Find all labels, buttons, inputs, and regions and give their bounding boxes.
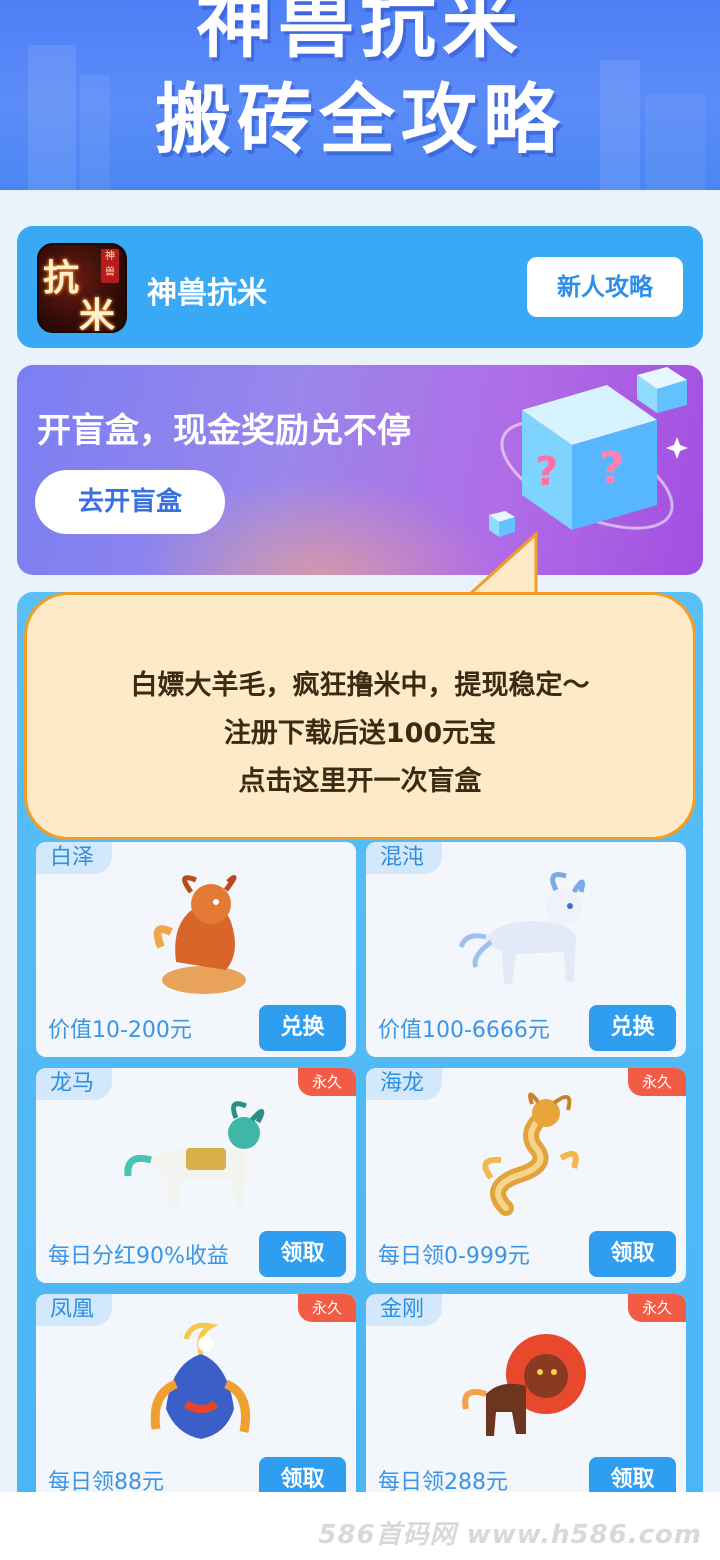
beast-card: 混沌 价值100-6666元 兑换 — [366, 842, 686, 1057]
permanent-badge: 永久 — [628, 1294, 686, 1322]
permanent-badge: 永久 — [298, 1294, 356, 1322]
banner-title: 开盲盒，现金奖励兑不停 — [37, 411, 411, 451]
reward-value: 价值100-6666元 — [378, 1018, 550, 1043]
permanent-badge: 永久 — [298, 1068, 356, 1096]
ice-beast-icon — [458, 872, 585, 984]
permanent-badge: 永久 — [628, 1068, 686, 1096]
claim-button[interactable]: 领取 — [589, 1231, 676, 1277]
reward-value: 每日分红90%收益 — [48, 1244, 229, 1269]
svg-text:?: ? — [535, 449, 558, 495]
phoenix-icon — [150, 1322, 250, 1439]
beast-name: 金刚 — [366, 1294, 443, 1326]
sea-dragon-icon — [482, 1092, 579, 1216]
dragon-horse-icon — [124, 1101, 265, 1208]
hero-header: 神兽抗米 搬砖全攻略 — [0, 0, 720, 190]
reward-value: 价值10-200元 — [48, 1018, 192, 1043]
tip-line-1: 白嫖大羊毛，疯狂撸米中，提现稳定～ — [130, 670, 590, 701]
reward-value: 每日领0-999元 — [378, 1244, 530, 1269]
beast-card: 白泽 价值10-200元 兑换 — [36, 842, 356, 1057]
svg-text:?: ? — [599, 443, 625, 494]
beast-card: 海龙 永久 每日领0-999元 领取 — [366, 1068, 686, 1283]
newbie-guide-button[interactable]: 新人攻略 — [527, 257, 683, 317]
beast-name: 海龙 — [366, 1068, 443, 1100]
app-card: 抗 米 神兽 神兽抗米 新人攻略 — [17, 226, 703, 348]
blind-box-banner[interactable]: 开盲盒，现金奖励兑不停 去开盲盒 ? ? — [17, 365, 703, 575]
beast-card: 龙马 永久 每日分红90%收益 领取 — [36, 1068, 356, 1283]
tip-line-2: 注册下载后送100元宝 — [223, 718, 497, 749]
tip-line-3: 点击这里开一次盲盒 — [238, 766, 482, 797]
app-name: 神兽抗米 — [147, 276, 267, 311]
beast-card: 凤凰 永久 每日领88元 领取 — [36, 1294, 356, 1509]
hero-title-line2: 搬砖全攻略 — [155, 75, 565, 164]
beast-name: 龙马 — [36, 1068, 113, 1100]
beast-card: 金刚 永久 每日领288元 领取 — [366, 1294, 686, 1509]
tip-bubble[interactable]: 白嫖大羊毛，疯狂撸米中，提现稳定～ 注册下载后送100元宝 点击这里开一次盲盒 — [24, 592, 696, 840]
app-logo-glyph: 米 — [79, 296, 116, 333]
footer-bar: 586首码网 www.h586.com — [0, 1492, 720, 1560]
app-logo-seal: 神兽 — [101, 249, 119, 283]
beast-name: 白泽 — [36, 842, 113, 874]
exchange-button[interactable]: 兑换 — [589, 1005, 676, 1051]
fire-qilin-icon — [153, 875, 246, 994]
site-watermark: 586首码网 www.h586.com — [318, 1520, 702, 1550]
beast-name: 凤凰 — [36, 1294, 113, 1326]
app-logo-glyph: 抗 — [43, 258, 80, 299]
fire-lion-icon — [462, 1334, 586, 1436]
beast-name: 混沌 — [366, 842, 443, 874]
app-logo-icon: 抗 米 神兽 — [37, 243, 127, 333]
bubble-tail — [470, 530, 538, 596]
open-blind-box-button[interactable]: 去开盲盒 — [35, 470, 225, 534]
exchange-button[interactable]: 兑换 — [259, 1005, 346, 1051]
claim-button[interactable]: 领取 — [259, 1231, 346, 1277]
